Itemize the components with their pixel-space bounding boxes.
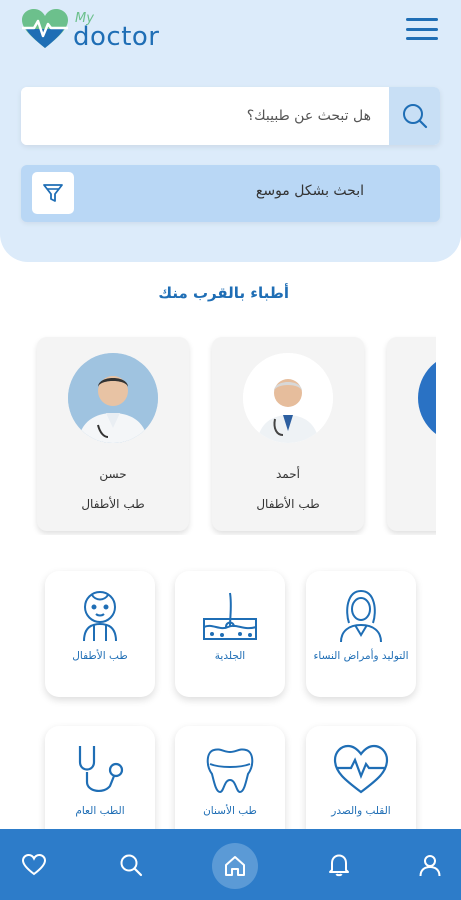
nav-notifications[interactable] xyxy=(321,847,357,883)
tooth-icon xyxy=(206,748,254,794)
specialty-label: طب الأسنان xyxy=(203,805,257,817)
doctor-card[interactable]: أحمد طب الأطفال xyxy=(212,337,364,531)
bell-icon xyxy=(329,854,349,877)
home-icon xyxy=(225,856,245,876)
baby-icon xyxy=(83,591,117,642)
advanced-search-button[interactable]: ابحث بشكل موسع xyxy=(21,165,440,222)
doctor-photo xyxy=(68,353,158,443)
nav-profile[interactable] xyxy=(412,847,448,883)
nav-home[interactable] xyxy=(212,843,258,889)
doctor-card[interactable]: حسن طب الأطفال xyxy=(37,337,189,531)
heart-pulse-icon xyxy=(333,744,389,794)
doctor-specialty: طب الأطفال xyxy=(256,497,320,511)
specialty-pediatrics[interactable]: طب الأطفال xyxy=(45,571,155,697)
specialty-dermatology[interactable]: الجلدية xyxy=(175,571,285,697)
search-bar xyxy=(21,87,440,145)
app-logo: My doctor xyxy=(20,8,185,58)
menu-button[interactable] xyxy=(404,14,440,44)
nav-search[interactable] xyxy=(113,847,149,883)
specialty-label: الطب العام xyxy=(75,805,125,817)
skin-icon xyxy=(203,592,257,640)
doctor-card[interactable] xyxy=(387,337,436,531)
doctor-photo xyxy=(243,353,333,443)
specialty-label: الجلدية xyxy=(214,650,246,662)
nav-favorites[interactable] xyxy=(16,847,52,883)
specialty-label: طب الأطفال xyxy=(72,650,128,662)
woman-icon xyxy=(340,589,382,643)
nearby-doctors-list: حسن طب الأطفال أحمد طب الأطفال xyxy=(0,335,436,535)
search-icon xyxy=(120,854,143,877)
logo-name-text: doctor xyxy=(73,22,160,52)
doctor-specialty: طب الأطفال xyxy=(81,497,145,511)
filter-icon xyxy=(43,184,63,202)
hamburger-icon xyxy=(406,18,438,21)
specialty-label: التوليد وأمراض النساء xyxy=(313,650,409,662)
stethoscope-icon xyxy=(78,746,124,792)
search-icon xyxy=(402,104,427,129)
specialty-label: القلب والصدر xyxy=(331,805,391,817)
search-input[interactable] xyxy=(21,87,389,145)
heart-icon xyxy=(22,854,46,876)
doctor-name: أحمد xyxy=(276,467,300,481)
doctor-name: حسن xyxy=(99,467,127,481)
doctor-photo xyxy=(418,353,436,443)
bottom-nav xyxy=(0,829,461,900)
search-button[interactable] xyxy=(389,87,440,145)
user-icon xyxy=(419,855,441,877)
filter-button[interactable] xyxy=(32,172,74,214)
specialty-obgyn[interactable]: التوليد وأمراض النساء xyxy=(306,571,416,697)
advanced-search-label: ابحث بشكل موسع xyxy=(255,183,364,199)
heart-pulse-logo-icon xyxy=(22,9,68,48)
